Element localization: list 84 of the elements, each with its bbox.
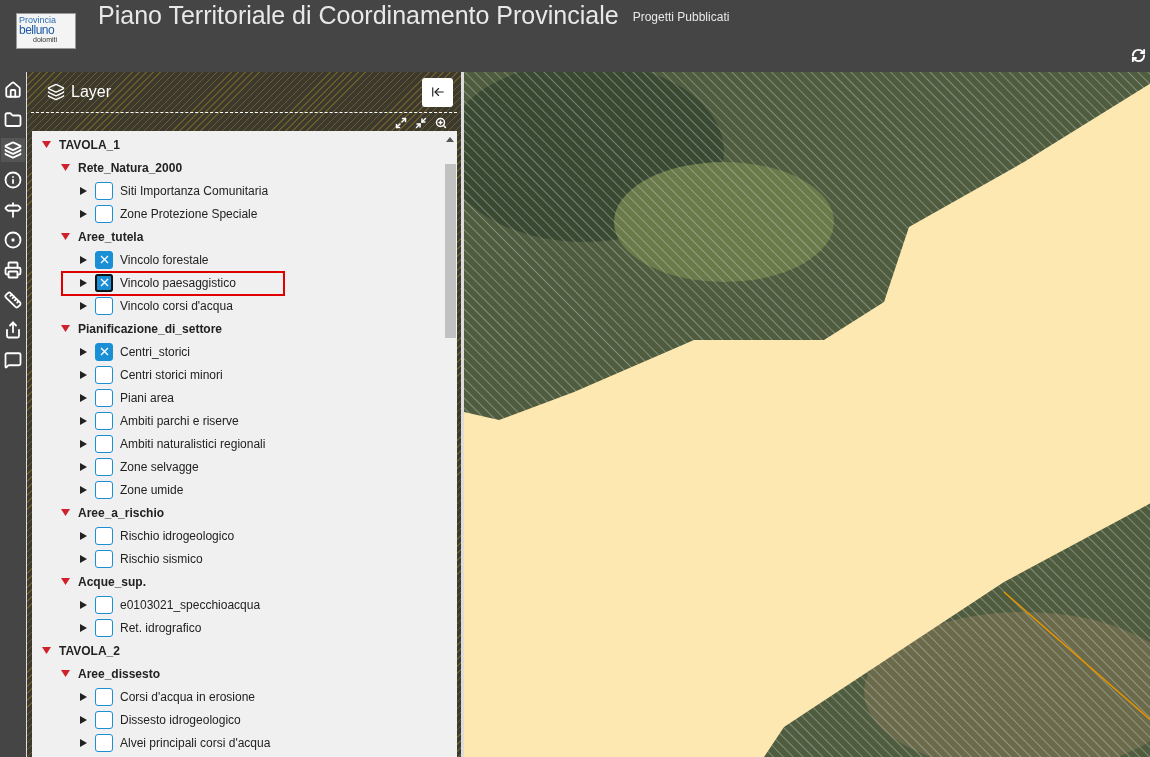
layer-checkbox[interactable] <box>95 273 113 292</box>
layer-checkbox[interactable] <box>95 687 113 706</box>
layer-checkbox[interactable] <box>95 457 113 476</box>
scroll-up-icon[interactable] <box>446 137 454 142</box>
layer-label[interactable]: Rischio sismico <box>120 551 203 566</box>
layer-checkbox[interactable] <box>95 181 113 200</box>
expand-caret-icon[interactable] <box>80 278 87 287</box>
layer-label[interactable]: Vincolo corsi d'acqua <box>120 298 233 313</box>
layer-group-label[interactable]: Pianificazione_di_settore <box>78 321 223 336</box>
layer-group-label[interactable]: Acque_sup. <box>78 574 146 589</box>
x-mark-icon <box>99 255 109 264</box>
layer-label[interactable]: Zone Protezione Speciale <box>120 206 258 221</box>
layer-checkbox[interactable] <box>95 733 113 752</box>
layer-checkbox[interactable] <box>95 595 113 614</box>
layer-group-label[interactable]: TAVOLA_2 <box>59 643 120 658</box>
layer-label[interactable]: Piani area <box>120 390 175 405</box>
logo-text: belluno <box>19 25 55 36</box>
expand-caret-icon[interactable] <box>80 462 87 471</box>
layers-icon[interactable] <box>1 138 25 162</box>
layer-label[interactable]: Vincolo paesaggistico <box>120 275 236 290</box>
app-subtitle: Progetti Pubblicati <box>632 10 730 24</box>
layer-label[interactable]: Vincolo forestale <box>120 252 209 267</box>
layer-checkbox[interactable] <box>95 388 113 407</box>
expand-caret-icon[interactable] <box>80 439 87 448</box>
expand-caret-icon[interactable] <box>80 347 87 356</box>
panel-title: Layer <box>71 83 113 101</box>
layer-checkbox[interactable] <box>95 250 113 269</box>
layer-checkbox[interactable] <box>95 549 113 568</box>
layer-label[interactable]: Centri storici minori <box>120 367 223 382</box>
expand-caret-icon[interactable] <box>80 301 87 310</box>
expand-caret-icon[interactable] <box>80 531 87 540</box>
scrollbar-thumb[interactable] <box>445 164 456 338</box>
layer-label[interactable]: Zone umide <box>120 482 184 497</box>
layer-checkbox[interactable] <box>95 526 113 545</box>
expand-caret-icon[interactable] <box>80 554 87 563</box>
layer-group-label[interactable]: TAVOLA_1 <box>59 137 120 152</box>
layer-checkbox[interactable] <box>95 710 113 729</box>
layer-label[interactable]: Ambiti naturalistici regionali <box>120 436 266 451</box>
zoom-icon[interactable] <box>435 117 447 129</box>
expand-caret-icon[interactable] <box>80 485 87 494</box>
expand-caret-icon[interactable] <box>80 370 87 379</box>
logo-text: Provincia <box>19 15 56 25</box>
layer-checkbox[interactable] <box>95 618 113 637</box>
expand-caret-icon[interactable] <box>80 600 87 609</box>
layer-checkbox[interactable] <box>95 296 113 315</box>
expand-caret-icon[interactable] <box>80 692 87 701</box>
layer-label[interactable]: Ambiti parchi e riserve <box>120 413 239 428</box>
layer-label[interactable]: Rischio idrogeologico <box>120 528 235 543</box>
app-title: Piano Territoriale di Coordinamento Provinciale <box>98 0 619 30</box>
expand-caret-icon[interactable] <box>80 715 87 724</box>
expand-caret-icon[interactable] <box>80 255 87 264</box>
layer-checkbox[interactable] <box>95 365 113 384</box>
layer-group-label[interactable]: Aree_tutela <box>78 229 144 244</box>
expand-caret-icon[interactable] <box>80 209 87 218</box>
expand-caret-icon[interactable] <box>80 738 87 747</box>
layer-label[interactable]: Alvei principali corsi d'acqua <box>120 735 271 750</box>
expand-caret-icon[interactable] <box>80 186 87 195</box>
expand-caret-icon[interactable] <box>80 393 87 402</box>
x-mark-icon <box>99 278 109 287</box>
layer-checkbox[interactable] <box>95 434 113 453</box>
layer-checkbox[interactable] <box>95 342 113 361</box>
x-mark-icon <box>99 347 109 356</box>
collapse-all-icon[interactable] <box>415 117 427 129</box>
arrow-left-icon <box>430 85 445 99</box>
expand-all-icon[interactable] <box>395 117 407 129</box>
layer-label[interactable]: Zone selvagge <box>120 459 199 474</box>
layer-group-label[interactable]: Aree_dissesto <box>78 666 161 681</box>
layer-checkbox[interactable] <box>95 480 113 499</box>
layer-checkbox[interactable] <box>95 204 113 223</box>
layer-checkbox[interactable] <box>95 411 113 430</box>
refresh-icon[interactable] <box>1131 48 1146 63</box>
expand-caret-icon[interactable] <box>80 623 87 632</box>
layer-label[interactable]: e0103021_specchioacqua <box>120 597 261 612</box>
layer-group-label[interactable]: Rete_Natura_2000 <box>78 160 183 175</box>
layer-label[interactable]: Corsi d'acqua in erosione <box>120 689 256 704</box>
layer-group-label[interactable]: Aree_a_rischio <box>78 505 165 520</box>
map-drawing[interactable] <box>464 72 1150 757</box>
layer-label[interactable]: Dissesto idrogeologico <box>120 712 241 727</box>
layer-label[interactable]: Ret. idrografico <box>120 620 202 635</box>
collapse-panel-button[interactable] <box>422 77 453 107</box>
layer-label[interactable]: Siti Importanza Comunitaria <box>120 183 269 198</box>
layer-label[interactable]: Centri_storici <box>120 344 191 359</box>
expand-caret-icon[interactable] <box>80 416 87 425</box>
layers-icon <box>47 83 65 101</box>
